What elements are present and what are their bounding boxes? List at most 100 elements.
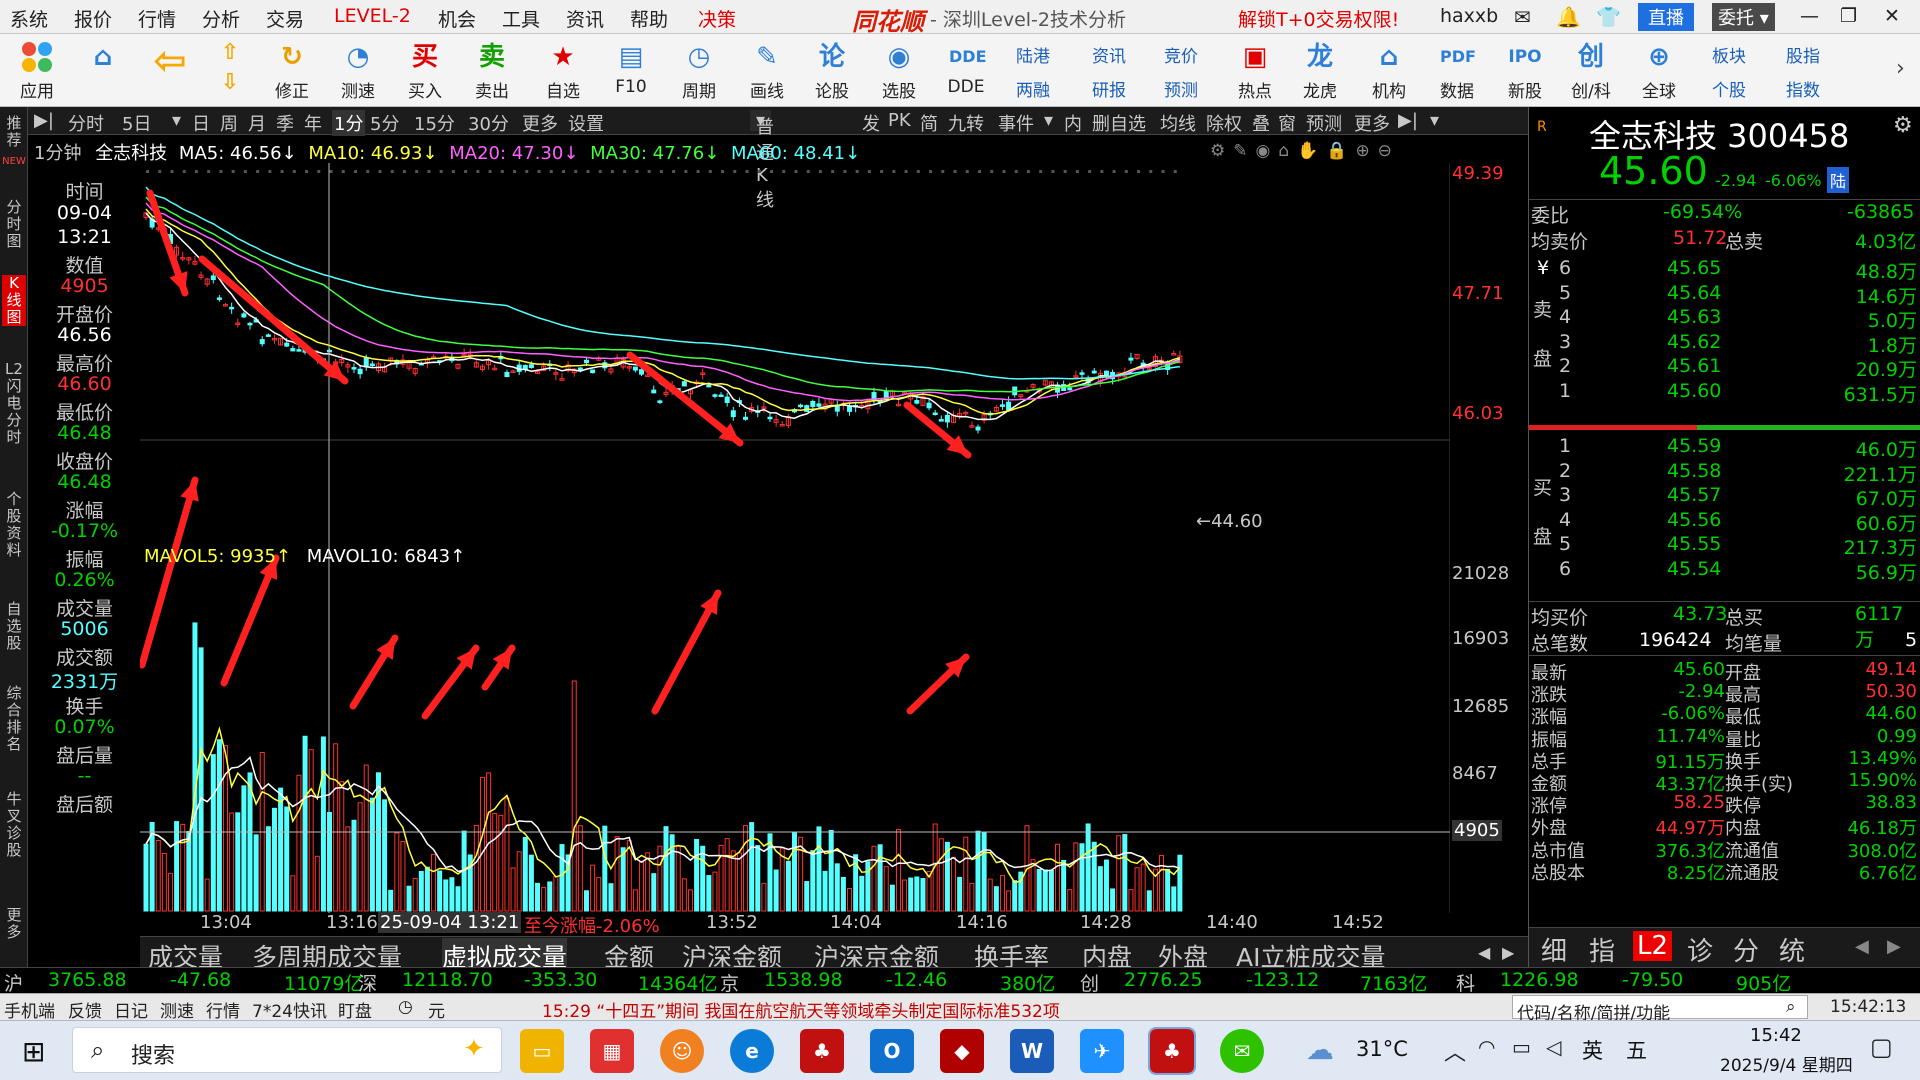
menu-news[interactable]: 资讯 (566, 5, 604, 32)
tool-event[interactable]: 事件 (998, 110, 1034, 136)
menu-decision[interactable]: 决策 (698, 5, 736, 32)
nav-timeshare[interactable]: 分时图 (2, 199, 26, 250)
word-icon[interactable]: W (1010, 1029, 1054, 1073)
menu-quote[interactable]: 报价 (74, 5, 112, 32)
home-button[interactable]: ⌂ (72, 34, 134, 107)
rtab-prev-icon[interactable]: ◀ (1855, 936, 1869, 957)
zixun-link[interactable]: 资讯 (1092, 42, 1126, 67)
hotspot-button[interactable]: ▣ 热点 (1222, 34, 1288, 107)
tool-exright[interactable]: 除权 (1206, 110, 1242, 136)
tool-fa[interactable]: 发 (862, 110, 880, 136)
wechat-icon[interactable]: ✉ (1220, 1029, 1264, 1073)
chart-tool-icons[interactable]: ⚙✎◉⌂✋🔒⊕⊖ (1210, 141, 1400, 161)
global-button[interactable]: ⊕ 全球 (1626, 34, 1692, 107)
rtab-l2[interactable]: L2 (1633, 931, 1673, 961)
promo-link[interactable]: 解锁T+0交易权限! (1238, 5, 1399, 32)
menu-analysis[interactable]: 分析 (202, 5, 240, 32)
period-tab-quarter[interactable]: 季 (276, 110, 294, 136)
index-name[interactable]: 京 (720, 969, 739, 996)
f10-button[interactable]: ▤ F10 (598, 34, 664, 107)
maximize-icon[interactable]: ❐ (1840, 5, 1857, 27)
search-icon[interactable]: ⌕ (1786, 997, 1796, 1017)
battery-icon[interactable]: ▭ (1512, 1035, 1531, 1059)
nav-more[interactable]: 更多 (2, 907, 26, 941)
tabs-next-icon[interactable]: ▶ (1502, 943, 1514, 962)
tray-chevron-icon[interactable]: ︿ (1444, 1035, 1466, 1067)
yanbao-link[interactable]: 研报 (1092, 76, 1126, 101)
volume-icon[interactable]: ◁ (1546, 1035, 1561, 1059)
settings-link[interactable]: 设置 (568, 110, 604, 136)
rtab-index[interactable]: 指 (1589, 931, 1615, 968)
tool-jiuzhuan[interactable]: 九转 (948, 110, 984, 136)
lugang-link[interactable]: 陆港 (1016, 42, 1050, 67)
period-tab-5min[interactable]: 5分 (370, 110, 399, 136)
tool-jian[interactable]: 简 (920, 110, 938, 136)
data-button[interactable]: PDF 数据 (1424, 34, 1490, 107)
status-feedback[interactable]: 反馈 (68, 997, 102, 1022)
status-flash-news[interactable]: 7*24快讯 (252, 997, 327, 1022)
sell-button[interactable]: 卖 卖出 (462, 34, 522, 107)
period-tab-30min[interactable]: 30分 (468, 110, 509, 136)
menu-tools[interactable]: 工具 (502, 5, 540, 32)
close-icon[interactable]: ✕ (1884, 5, 1900, 27)
tool-dropdown-icon[interactable]: ▾ (1044, 110, 1053, 131)
rtab-split[interactable]: 分 (1733, 931, 1759, 968)
bankuai-link[interactable]: 板块 (1712, 42, 1746, 67)
notification-icon[interactable]: ▢ (1870, 1033, 1893, 1061)
menu-help[interactable]: 帮助 (630, 5, 668, 32)
speedtest-button[interactable]: ◔ 测速 (328, 34, 388, 107)
institution-button[interactable]: ⌂ 机构 (1356, 34, 1422, 107)
nav-l2-flash[interactable]: L2闪电分时 (2, 361, 26, 446)
period-tab-more[interactable]: 更多 (522, 110, 558, 136)
status-market[interactable]: 行情 (206, 997, 240, 1022)
fix-button[interactable]: ↻ 修正 (262, 34, 322, 107)
nav-stock-info[interactable]: 个股资料 (2, 491, 26, 559)
zhishu-link[interactable]: 指数 (1786, 76, 1820, 101)
entrust-button[interactable]: 委托 ▾ (1712, 3, 1775, 31)
taskbar-time[interactable]: 15:42 (1750, 1025, 1802, 1046)
rtab-next-icon[interactable]: ▶ (1887, 936, 1901, 957)
ime-lang[interactable]: 英 (1582, 1035, 1603, 1065)
period-tab-week[interactable]: 周 (220, 110, 238, 136)
ime-wubi-icon[interactable]: 五 (1626, 1035, 1647, 1065)
live-button[interactable]: 直播 (1638, 3, 1694, 31)
period-tab-day[interactable]: 日 (192, 110, 210, 136)
taskbar-search[interactable]: ⌕ 搜索 ✦ (72, 1027, 502, 1073)
guzhi-link[interactable]: 股指 (1786, 42, 1820, 67)
menu-level2[interactable]: LEVEL-2 (334, 5, 411, 27)
windows-start-icon[interactable]: ⊞ (22, 1035, 45, 1068)
back-button[interactable]: ⇦ (140, 34, 200, 107)
news-ticker[interactable]: 15:29 “十四五”期间 我国在航空航天等领域牵头制定国际标准532项 (542, 997, 1060, 1022)
dragon-button[interactable]: 龙 龙虎 (1290, 34, 1350, 107)
menu-system[interactable]: 系统 (10, 5, 48, 32)
toolbar-scroll-icon[interactable]: › (1896, 56, 1905, 81)
tool-forecast[interactable]: 预测 (1306, 110, 1342, 136)
nav-diagnosis[interactable]: 牛叉诊股 (2, 791, 26, 859)
period-tab-year[interactable]: 年 (304, 110, 322, 136)
app-ths-active-icon[interactable]: ♣ (1148, 1027, 1196, 1075)
status-diary[interactable]: 日记 (114, 997, 148, 1022)
bell-icon[interactable]: 🔔 (1556, 5, 1581, 29)
collapse-icon[interactable]: ▶| (1398, 110, 1418, 131)
rtab-stats[interactable]: 统 (1779, 931, 1805, 968)
index-name[interactable]: 创 (1080, 969, 1099, 996)
yuce-link[interactable]: 预测 (1164, 76, 1198, 101)
index-name[interactable]: 深 (358, 969, 377, 996)
tool-overlay[interactable]: 叠 (1252, 110, 1270, 136)
menu-trade[interactable]: 交易 (266, 5, 304, 32)
gegu-link[interactable]: 个股 (1712, 76, 1746, 101)
nav-ranking[interactable]: 综合排名 (2, 685, 26, 753)
tool-window[interactable]: 窗 (1278, 110, 1296, 136)
liangrong-link[interactable]: 两融 (1016, 76, 1050, 101)
tool-ma[interactable]: 均线 (1160, 110, 1196, 136)
username[interactable]: haxxb (1440, 5, 1498, 27)
chuangke-button[interactable]: 创 创/科 (1558, 34, 1624, 107)
app-orange-icon[interactable]: ☺ (660, 1029, 704, 1073)
kline-type-select[interactable]: 普通K线 ▾ (750, 110, 774, 211)
taskbar-date[interactable]: 2025/9/4 星期四 (1720, 1051, 1853, 1076)
nav-recommend[interactable]: 推荐 (2, 115, 26, 149)
tshirt-icon[interactable]: 👕 (1596, 5, 1621, 29)
minimize-icon[interactable]: — (1800, 5, 1819, 27)
apps-button[interactable]: 应用 (6, 34, 68, 107)
mail-icon[interactable]: ✉ (1514, 5, 1531, 29)
